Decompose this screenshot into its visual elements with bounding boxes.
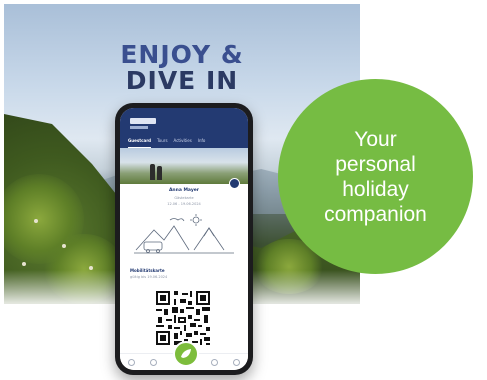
- tab-info[interactable]: Info: [198, 134, 206, 148]
- tagline-badge: Your personal holiday companion: [278, 79, 473, 274]
- flower: [62, 244, 66, 248]
- flower: [34, 219, 38, 223]
- calendar-icon[interactable]: [210, 358, 218, 366]
- tab-tours[interactable]: Tours: [157, 134, 167, 148]
- headline-line2: DIVE IN: [125, 66, 239, 95]
- map-icon[interactable]: [150, 358, 158, 366]
- tab-guestcard[interactable]: Guestcard: [128, 134, 152, 148]
- holder-date: 12.06 - 19.06.2024: [167, 202, 201, 206]
- home-icon[interactable]: [127, 358, 135, 366]
- tagline-line3: holiday: [342, 177, 409, 201]
- person-figure: [157, 166, 162, 180]
- holder-name: Anna Mayer: [168, 188, 200, 193]
- tab-activities[interactable]: Activities: [174, 134, 192, 148]
- section-title: Mobilitätskarte: [130, 268, 165, 273]
- card-photo: [120, 148, 248, 184]
- tagline-line1: Your: [354, 127, 397, 151]
- flower: [22, 262, 26, 266]
- mountain-bus-illustration: [134, 214, 234, 254]
- qr-code-icon: [154, 289, 212, 347]
- app-logo-subline: [130, 126, 148, 129]
- app-header: Guestcard Tours Activities Info: [120, 108, 248, 148]
- menu-icon[interactable]: [233, 358, 241, 366]
- app-logo: [130, 118, 156, 124]
- headline-line1: ENJOY &: [120, 40, 244, 69]
- leaf-icon: [181, 349, 191, 358]
- holder-subtitle: Gästekarte: [174, 196, 194, 200]
- tagline-line4: companion: [324, 202, 427, 226]
- person-figure: [150, 164, 155, 180]
- app-screen: Guestcard Tours Activities Info Anna May…: [120, 108, 248, 370]
- guestcard-fab-icon[interactable]: [173, 341, 199, 367]
- tagline-line2: personal: [335, 152, 416, 176]
- section-subtitle: gültig bis 19.06.2024: [130, 275, 168, 279]
- smartphone-mockup: Guestcard Tours Activities Info Anna May…: [115, 103, 253, 375]
- app-tab-bar: Guestcard Tours Activities Info: [120, 134, 248, 148]
